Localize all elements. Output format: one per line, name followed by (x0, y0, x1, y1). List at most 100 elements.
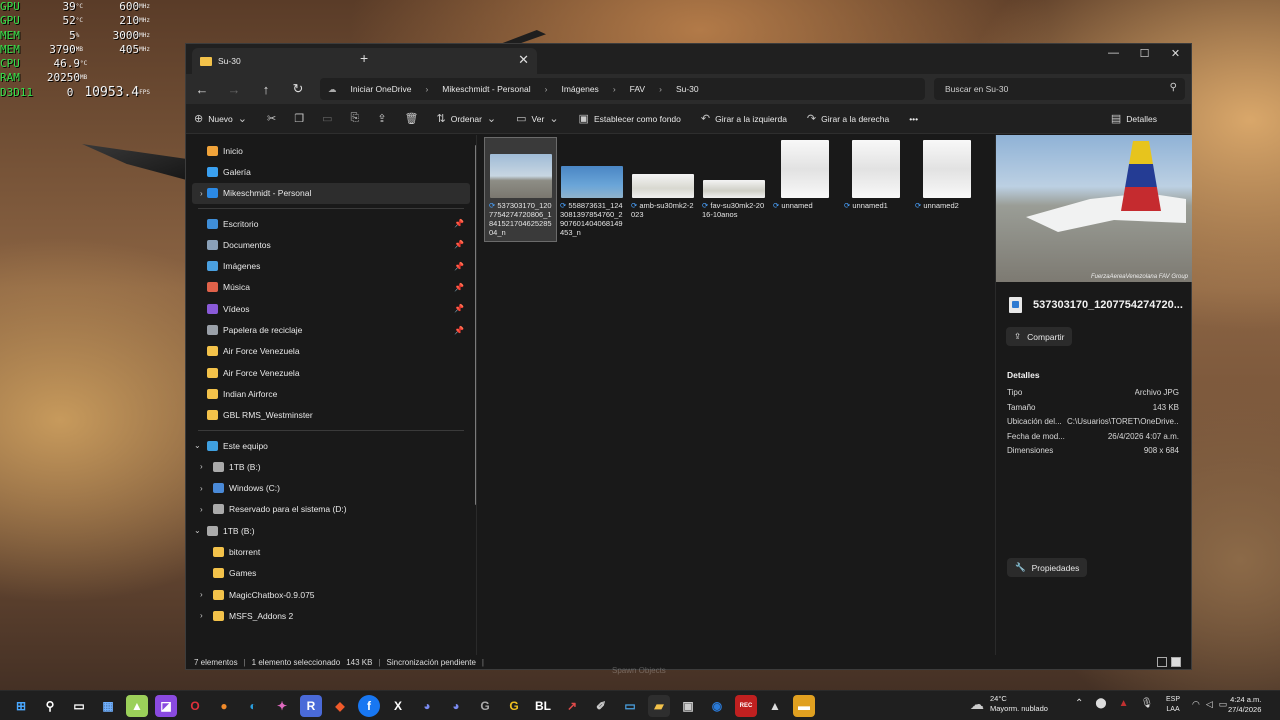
widgets-icon[interactable]: ▦ (97, 695, 119, 717)
sidebar-item[interactable]: Air Force Venezuela (186, 362, 476, 383)
firefox-icon[interactable]: ● (213, 695, 235, 717)
breadcrumb-item[interactable]: Su-30 (676, 84, 699, 94)
more-options-button[interactable]: ••• (909, 114, 918, 124)
app-icon[interactable]: ▬ (793, 695, 815, 717)
sidebar-item[interactable]: Games (186, 563, 476, 584)
brave-icon[interactable]: ◆ (329, 695, 351, 717)
search-input[interactable]: Buscar en Su-30 ⚲ (934, 78, 1185, 100)
tray-app-icon[interactable]: ▲ (1119, 698, 1129, 709)
sidebar-item[interactable]: Escritorio 📌 (186, 213, 476, 234)
rename-button[interactable]: ⎘ (351, 112, 360, 125)
file-explorer-icon[interactable]: ▰ (648, 695, 670, 717)
sidebar-item[interactable]: Documentos 📌 (186, 234, 476, 255)
chevron-right-icon[interactable]: › (200, 611, 203, 620)
windows-start-icon[interactable]: ⊞ (10, 695, 32, 717)
sidebar-item[interactable]: Inicio (186, 140, 476, 161)
sidebar-item[interactable]: ⌄ Este equipo (186, 435, 476, 456)
file-item[interactable]: ⟳ 537303170_1207754274720806_18415217046… (484, 137, 557, 242)
minimize-button[interactable]: — (1098, 44, 1129, 62)
breadcrumb-item[interactable]: Mikeschmidt - Personal (442, 84, 530, 94)
file-item[interactable]: ⟳ unnamed (769, 138, 840, 241)
rotate-left-button[interactable]: ↶ Girar a la izquierda (701, 112, 787, 125)
discord-icon[interactable]: ◕ (445, 695, 467, 717)
chevron-right-icon[interactable]: › (200, 505, 203, 514)
refresh-button[interactable]: ↻ (282, 81, 314, 97)
twitch-icon[interactable]: ◪ (155, 695, 177, 717)
sidebar-item[interactable]: Galería (186, 161, 476, 182)
chevron-right-icon[interactable]: › (200, 189, 203, 198)
breadcrumb[interactable]: ☁ Iniciar OneDrive › Mikeschmidt - Perso… (320, 78, 925, 100)
file-item[interactable]: ⟳ amb-su30mk2-2023 (627, 138, 698, 241)
file-item[interactable]: ⟳ unnamed2 (911, 138, 982, 241)
sidebar-item[interactable]: Papelera de reciclaje 📌 (186, 319, 476, 340)
facebook-icon[interactable]: f (358, 695, 380, 717)
x-icon[interactable]: X (387, 695, 409, 717)
rotate-right-button[interactable]: ↷ Girar a la derecha (807, 112, 889, 125)
file-item[interactable]: ⟳ fav-su30mk2-2016-10anos (698, 138, 769, 241)
file-item[interactable]: ⟳ unnamed1 (840, 138, 911, 241)
new-button[interactable]: ⊕ Nuevo ⌄ (194, 112, 247, 125)
chevron-right-icon[interactable]: › (200, 590, 203, 599)
copilot-icon[interactable]: ✦ (271, 695, 293, 717)
breadcrumb-item[interactable]: Imágenes (561, 84, 598, 94)
up-button[interactable]: ↑ (250, 82, 282, 97)
share-button[interactable]: ⇪ (377, 112, 386, 125)
sidebar-item[interactable]: Indian Airforce (186, 383, 476, 404)
breadcrumb-item[interactable]: Iniciar OneDrive (351, 84, 412, 94)
sidebar-item[interactable]: Imágenes 📌 (186, 255, 476, 276)
sidebar-item[interactable]: Vídeos 📌 (186, 298, 476, 319)
sidebar-item[interactable]: Air Force Venezuela (186, 341, 476, 362)
chevron-down-icon[interactable]: ⌄ (194, 441, 201, 450)
sidebar-item[interactable]: › Windows (C:) (186, 477, 476, 498)
breadcrumb-item[interactable]: FAV (630, 84, 645, 94)
cut-button[interactable]: ✂ (267, 112, 276, 125)
app-icon[interactable]: ↗ (561, 695, 583, 717)
app-icon[interactable]: ▭ (619, 695, 641, 717)
new-tab-button[interactable]: + (360, 50, 368, 66)
store-icon[interactable]: ▣ (677, 695, 699, 717)
app-icon[interactable]: ▲ (126, 695, 148, 717)
sidebar-item[interactable]: GBL RMS_Westminster (186, 405, 476, 426)
file-item[interactable]: ⟳ 558873631_1243081397854760_29076014040… (556, 138, 627, 241)
sidebar-item[interactable]: › Reservado para el sistema (D:) (186, 499, 476, 520)
microphone-icon[interactable]: 🎙 (1141, 698, 1154, 709)
view-button[interactable]: ▭ Ver ⌄ (516, 112, 558, 125)
task-view-icon[interactable]: ▭ (68, 695, 90, 717)
details-view-button[interactable] (1157, 657, 1167, 667)
chevron-up-icon[interactable]: ⌃ (1075, 698, 1083, 709)
outlook-icon[interactable]: ◉ (706, 695, 728, 717)
sidebar-item[interactable]: › MagicChatbox-0.9.075 (186, 584, 476, 605)
app-icon[interactable]: REC (735, 695, 757, 717)
app-icon[interactable]: ▲ (764, 695, 786, 717)
copy-button[interactable]: ❐ (294, 112, 304, 125)
close-tab-icon[interactable]: ✕ (518, 52, 529, 68)
quick-settings[interactable]: ◠ ◁ ▭ (1192, 699, 1227, 710)
sidebar-item[interactable]: › MSFS_Addons 2 (186, 605, 476, 626)
share-button[interactable]: ⇪ Compartir (1006, 327, 1073, 346)
chevron-right-icon[interactable]: › (200, 462, 203, 471)
sidebar-item[interactable]: ⌄ 1TB (B:) (186, 520, 476, 541)
opera-icon[interactable]: O (184, 695, 206, 717)
maximize-button[interactable]: ☐ (1129, 44, 1160, 62)
app-icon[interactable]: G (503, 695, 525, 717)
app-icon[interactable]: G (474, 695, 496, 717)
paste-button[interactable]: ▭ (322, 112, 332, 125)
forward-button[interactable]: → (218, 82, 250, 97)
weather-widget[interactable]: ☁ 24°C Mayorm. nublado (970, 694, 1048, 714)
back-button[interactable]: ← (186, 82, 218, 97)
clock[interactable]: 4:24 a.m. 27/4/2026 (1228, 695, 1261, 715)
app-icon[interactable]: BL (532, 695, 554, 717)
edge-icon[interactable]: ◐ (242, 695, 264, 717)
close-window-button[interactable]: ✕ (1160, 44, 1191, 62)
delete-button[interactable]: 🗑 (405, 112, 419, 125)
r-app-icon[interactable]: R (300, 695, 322, 717)
set-background-button[interactable]: ▣ Establecer como fondo (579, 112, 681, 125)
chevron-down-icon[interactable]: ⌄ (194, 526, 201, 535)
details-button[interactable]: ▤ Detalles (1111, 112, 1157, 125)
sidebar-item[interactable]: bitorrent (186, 541, 476, 562)
sidebar-item[interactable]: › Mikeschmidt - Personal (192, 182, 470, 204)
chevron-right-icon[interactable]: › (200, 484, 203, 493)
language-indicator[interactable]: ESP LAA (1166, 695, 1180, 715)
properties-button[interactable]: 🔧 Propiedades (1007, 558, 1088, 577)
sidebar-item[interactable]: › 1TB (B:) (186, 456, 476, 477)
